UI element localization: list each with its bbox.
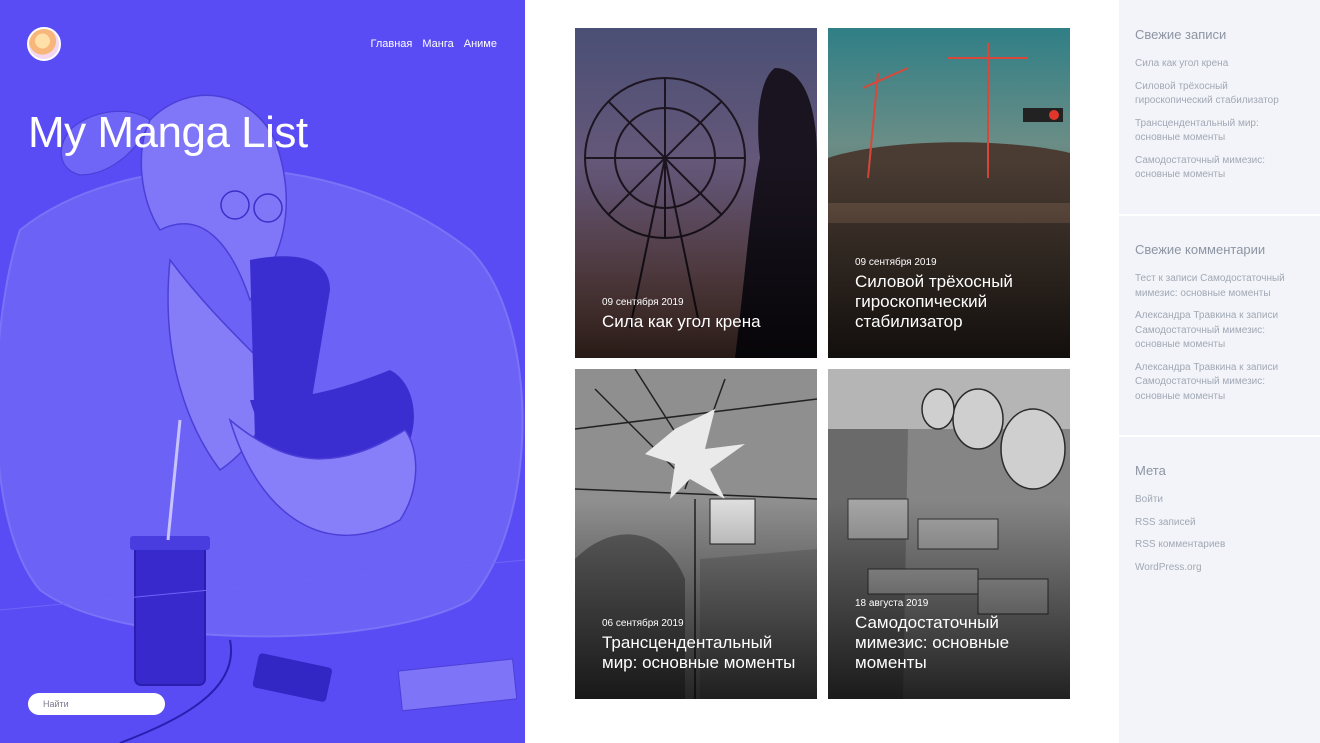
post-date: 09 сентября 2019 — [602, 297, 684, 308]
meta-widget: Мета Войти RSS записей RSS комментариев … — [1119, 463, 1320, 583]
main-nav: Главная Манга Аниме — [371, 38, 498, 50]
list-item[interactable]: Сила как угол крена — [1135, 57, 1304, 72]
widget-heading: Свежие записи — [1135, 27, 1227, 42]
post-meta: 09 сентября 2019 Сила как угол крена — [602, 297, 797, 332]
post-title[interactable]: Силовой трёхосный гироскопический стабил… — [855, 272, 1050, 332]
post-card[interactable]: 09 сентября 2019 Сила как угол крена — [575, 28, 817, 358]
meta-list: Войти RSS записей RSS комментариев WordP… — [1135, 493, 1304, 575]
post-card[interactable]: 18 августа 2019 Самодостаточный мимезис:… — [828, 369, 1070, 699]
nav-item-anime[interactable]: Аниме — [464, 38, 497, 50]
list-item[interactable]: Александра Травкина к записи Самодостато… — [1135, 309, 1304, 353]
nav-item-home[interactable]: Главная — [371, 38, 413, 50]
post-meta: 06 сентября 2019 Трансцендентальный мир:… — [602, 618, 797, 673]
recent-comments-widget: Свежие комментарии Тест к записи Самодос… — [1119, 242, 1320, 412]
post-date: 06 сентября 2019 — [602, 618, 684, 629]
site-logo[interactable] — [27, 27, 61, 61]
widget-heading: Свежие комментарии — [1135, 242, 1266, 257]
post-title[interactable]: Трансцендентальный мир: основные моменты — [602, 633, 797, 673]
list-item[interactable]: WordPress.org — [1135, 561, 1304, 576]
sidebar: Свежие записи Сила как угол крена Силово… — [1119, 0, 1320, 743]
widget-divider — [1119, 435, 1320, 437]
widget-divider — [1119, 214, 1320, 216]
post-meta: 18 августа 2019 Самодостаточный мимезис:… — [855, 598, 1050, 673]
widget-heading: Мета — [1135, 463, 1166, 478]
list-item[interactable]: RSS комментариев — [1135, 538, 1304, 553]
post-date: 09 сентября 2019 — [855, 257, 937, 268]
search-input[interactable] — [28, 693, 165, 715]
list-item[interactable]: Самодостаточный мимезис: основные момент… — [1135, 154, 1304, 183]
recent-posts-widget: Свежие записи Сила как угол крена Силово… — [1119, 27, 1320, 191]
post-date: 18 августа 2019 — [855, 598, 929, 609]
site-title: My Manga List — [28, 108, 308, 157]
list-item[interactable]: Александра Травкина к записи Самодостато… — [1135, 361, 1304, 405]
list-item[interactable]: Силовой трёхосный гироскопический стабил… — [1135, 80, 1304, 109]
post-card[interactable]: 09 сентября 2019 Силовой трёхосный гирос… — [828, 28, 1070, 358]
list-item[interactable]: Войти — [1135, 493, 1304, 508]
recent-posts-list: Сила как угол крена Силовой трёхосный ги… — [1135, 57, 1304, 183]
nav-item-manga[interactable]: Манга — [422, 38, 453, 50]
list-item[interactable]: Трансцендентальный мир: основные моменты — [1135, 117, 1304, 146]
post-title[interactable]: Самодостаточный мимезис: основные момент… — [855, 613, 1050, 673]
recent-comments-list: Тест к записи Самодостаточный мимезис: о… — [1135, 272, 1304, 404]
list-item[interactable]: Тест к записи Самодостаточный мимезис: о… — [1135, 272, 1304, 301]
post-card[interactable]: 06 сентября 2019 Трансцендентальный мир:… — [575, 369, 817, 699]
post-meta: 09 сентября 2019 Силовой трёхосный гирос… — [855, 257, 1050, 332]
hero-panel: Главная Манга Аниме My Manga List — [0, 0, 525, 743]
post-title[interactable]: Сила как угол крена — [602, 312, 797, 332]
list-item[interactable]: RSS записей — [1135, 516, 1304, 531]
